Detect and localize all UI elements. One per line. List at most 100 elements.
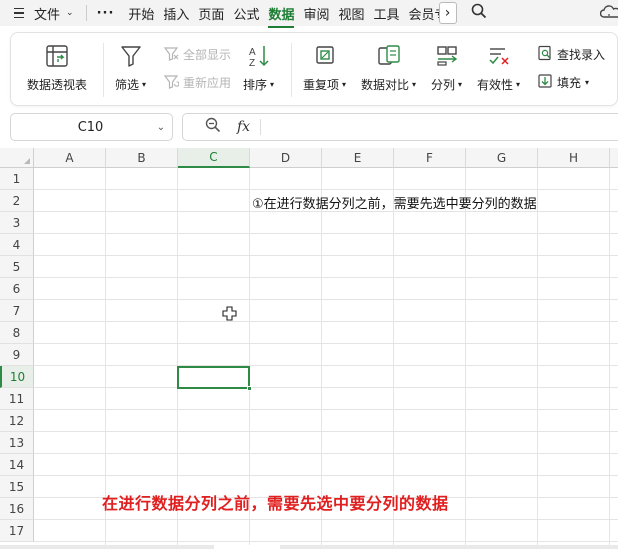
pivot-table-button[interactable]: 数据透视表: [27, 33, 87, 93]
ribbon-divider: [103, 43, 104, 97]
row-header-9[interactable]: 9: [0, 344, 34, 366]
tab-page[interactable]: 页面: [198, 4, 224, 23]
row-header-4[interactable]: 4: [0, 234, 34, 256]
filter-refresh-icon: [163, 73, 180, 92]
tutorial-caption: 在进行数据分列之前，需要先选中要分列的数据: [102, 494, 449, 513]
tab-insert[interactable]: 插入: [163, 4, 189, 23]
grid-line: [34, 475, 618, 476]
data-compare-icon: [376, 43, 402, 69]
column-header-f[interactable]: F: [394, 148, 466, 168]
grid-line: [34, 541, 618, 542]
show-all-label: 全部显示: [183, 48, 232, 62]
row-header-3[interactable]: 3: [0, 212, 34, 234]
find-entry-button[interactable]: 查找录入: [537, 45, 605, 64]
formula-bar: fx: [182, 113, 618, 141]
column-header-b[interactable]: B: [106, 148, 178, 168]
filter-label: 筛选: [115, 78, 140, 92]
name-box[interactable]: C10 ⌄: [10, 113, 173, 141]
grid-line: [34, 233, 618, 234]
grid-line: [34, 343, 618, 344]
sheet-tab[interactable]: [214, 545, 280, 549]
column-header-g[interactable]: G: [466, 148, 538, 168]
row-header-6[interactable]: 6: [0, 278, 34, 300]
sheet-tab-strip: [0, 545, 618, 549]
tab-data[interactable]: 数据: [268, 4, 295, 28]
row-header-13[interactable]: 13: [0, 432, 34, 454]
fx-button[interactable]: fx: [237, 119, 250, 135]
formula-input[interactable]: [261, 115, 618, 139]
fill-icon: [537, 73, 553, 92]
row-header-17[interactable]: 17: [0, 520, 34, 542]
active-cell-c10[interactable]: [177, 366, 252, 391]
tab-home[interactable]: 开始: [128, 4, 154, 23]
row-header-10[interactable]: 10: [0, 366, 34, 388]
sort-button[interactable]: AZ 排序 ▾: [243, 33, 274, 93]
row-header-12[interactable]: 12: [0, 410, 34, 432]
column-header-c[interactable]: C: [178, 148, 250, 168]
cloud-icon[interactable]: [599, 4, 618, 24]
tab-view[interactable]: 视图: [338, 4, 364, 23]
grid-line: [34, 431, 618, 432]
filter-icon: [119, 43, 143, 69]
row-header-2[interactable]: 2: [0, 190, 34, 212]
grid-line: [34, 409, 618, 410]
ribbon-toolbar: 数据透视表 筛选 ▾ 全部显示 重新应用 AZ 排序 ▾ 重复项 ▾ 数据对比 …: [10, 32, 618, 106]
reapply-button[interactable]: 重新应用: [163, 73, 231, 92]
tab-member[interactable]: 会员专享: [409, 4, 439, 23]
chevron-down-icon: ▾: [270, 80, 275, 89]
grid-line: [465, 168, 466, 546]
row-header-14[interactable]: 14: [0, 454, 34, 476]
file-menu[interactable]: 文件 ⌄: [34, 4, 74, 23]
column-header-e[interactable]: E: [322, 148, 394, 168]
grid-line: [34, 365, 618, 366]
menu-icon[interactable]: [14, 7, 32, 19]
menu-bar: 文件 ⌄ ··· 开始 插入 页面 公式 数据 审阅 视图 工具 会员专享 ›: [0, 0, 618, 28]
column-header-d[interactable]: D: [250, 148, 322, 168]
column-header-a[interactable]: A: [34, 148, 106, 168]
tab-review[interactable]: 审阅: [303, 4, 329, 23]
file-menu-label: 文件: [34, 7, 61, 23]
grid-line: [34, 299, 618, 300]
grid-line: [537, 168, 538, 546]
column-header-h[interactable]: H: [538, 148, 610, 168]
validity-button[interactable]: 有效性 ▾: [477, 33, 520, 93]
validity-label: 有效性: [477, 78, 514, 92]
filter-button[interactable]: 筛选 ▾: [115, 33, 146, 93]
search-icon[interactable]: [471, 3, 487, 23]
split-column-button[interactable]: 分列 ▾: [431, 33, 462, 93]
name-box-value: C10: [77, 119, 104, 135]
find-entry-label: 查找录入: [557, 48, 606, 62]
row-header-5[interactable]: 5: [0, 256, 34, 278]
fill-button[interactable]: 填充 ▾: [537, 73, 589, 92]
data-compare-label: 数据对比: [361, 78, 410, 92]
duplicates-button[interactable]: 重复项 ▾: [303, 33, 346, 93]
tab-tools[interactable]: 工具: [374, 4, 400, 23]
split-column-icon: [435, 43, 459, 69]
ribbon-divider: [291, 43, 292, 97]
column-header-i[interactable]: [610, 148, 618, 168]
fill-handle[interactable]: [247, 386, 252, 391]
show-all-button[interactable]: 全部显示: [163, 45, 231, 64]
chevron-down-icon: ▾: [585, 78, 590, 87]
row-header-15[interactable]: 15: [0, 476, 34, 498]
row-header-8[interactable]: 8: [0, 322, 34, 344]
fill-label: 填充: [557, 76, 582, 90]
chevron-down-icon: ▾: [516, 80, 521, 89]
duplicates-icon: [313, 43, 337, 69]
tab-formula[interactable]: 公式: [233, 4, 259, 23]
more-button[interactable]: ···: [97, 6, 115, 21]
spreadsheet-grid[interactable]: A B C D E F G H 1 2 3 4 5 6 7 8 9 10 11 …: [0, 148, 618, 546]
grid-line: [34, 277, 618, 278]
row-header-11[interactable]: 11: [0, 388, 34, 410]
row-header-16[interactable]: 16: [0, 498, 34, 520]
menu-divider: [85, 5, 87, 21]
data-compare-button[interactable]: 数据对比 ▾: [361, 33, 416, 93]
row-header-1[interactable]: 1: [0, 168, 34, 190]
chevron-down-icon[interactable]: ⌄: [150, 122, 172, 133]
cell-d2[interactable]: ①在进行数据分列之前，需要先选中要分列的数据: [252, 193, 537, 212]
row-header-7[interactable]: 7: [0, 300, 34, 322]
tabs-next-button[interactable]: ›: [438, 2, 457, 24]
zoom-icon[interactable]: [205, 117, 221, 137]
select-all-corner[interactable]: [0, 148, 34, 168]
grid-line: [34, 519, 618, 520]
